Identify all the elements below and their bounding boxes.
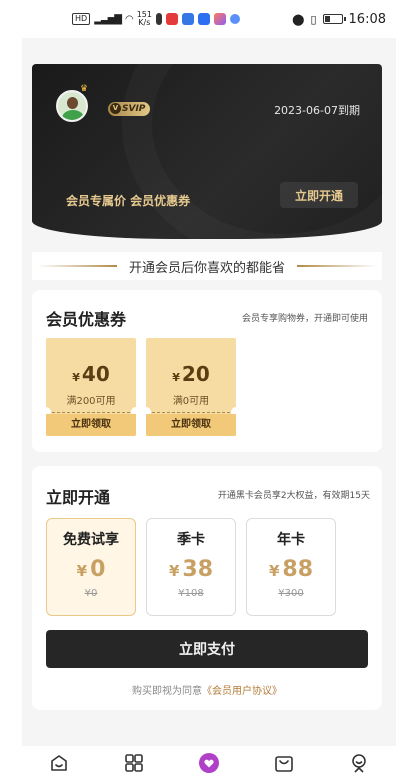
vibrate-icon: ▯: [310, 12, 317, 26]
benefit-tags: 会员专属价 会员优惠券: [66, 194, 191, 208]
plan-name: 年卡: [277, 532, 305, 548]
agreement-notice: 购买即视为同意《会员用户协议》: [32, 682, 382, 697]
coupon-amount: 20: [181, 362, 210, 386]
hd-badge: HD: [72, 13, 91, 25]
coupon-condition: 满0可用: [172, 396, 210, 407]
currency-symbol: ¥: [172, 371, 180, 384]
sim-icon: [155, 13, 162, 25]
plan-price: 0: [90, 557, 106, 582]
status-right: ⬤ ▯ 16:08: [292, 12, 386, 27]
profile-icon[interactable]: [348, 752, 370, 774]
plan-name: 季卡: [177, 532, 205, 548]
cart-icon[interactable]: [273, 752, 295, 774]
plan-option-year[interactable]: 年卡 ¥88 ¥300: [246, 518, 336, 616]
expire-date: 2023-06-07到期: [274, 104, 360, 117]
currency-symbol: ¥: [76, 562, 88, 580]
heart-icon[interactable]: [198, 752, 220, 774]
network-speed: 151 K/s: [137, 11, 152, 27]
open-membership-button[interactable]: 立即开通: [280, 182, 358, 208]
section-title: 会员优惠券: [46, 310, 127, 329]
app-notification-icon: [197, 13, 210, 25]
plan-option-trial[interactable]: 免费试享 ¥0 ¥0: [46, 518, 136, 616]
bottom-nav: [22, 746, 396, 779]
open-membership-section: 立即开通 开通黑卡会员享2大权益，有效期15天 免费试享 ¥0 ¥0 季卡 ¥3…: [32, 466, 382, 710]
original-price: ¥300: [278, 588, 304, 599]
svip-label: SVIP: [122, 104, 146, 114]
app-notification-icon: [165, 13, 178, 25]
slogan-text: 开通会员后你喜欢的都能省: [128, 260, 285, 276]
original-price: ¥0: [84, 588, 98, 599]
coupon-card[interactable]: ¥40 满200可用 立即领取: [46, 338, 136, 436]
plan-price: 38: [182, 557, 214, 582]
avatar[interactable]: [56, 90, 88, 122]
agreement-link[interactable]: 《会员用户协议》: [202, 686, 282, 697]
claim-coupon-button[interactable]: 立即领取: [146, 414, 236, 436]
currency-symbol: ¥: [72, 371, 80, 384]
location-icon: ⬤: [292, 12, 305, 26]
crown-icon: ♛: [80, 84, 89, 94]
coupon-amount: 40: [81, 362, 110, 386]
app-notification-icon: [229, 14, 240, 24]
status-left: HD ▂▃▅▇ ◠ 151 K/s: [72, 11, 240, 27]
membership-banner: ♛ V SVIP 2023-06-07到期 会员专属价 会员优惠券 立即开通: [32, 64, 382, 239]
clock: 16:08: [348, 11, 386, 27]
divider: [297, 265, 377, 267]
section-title: 立即开通: [46, 488, 111, 507]
plan-option-quarter[interactable]: 季卡 ¥38 ¥108: [146, 518, 236, 616]
app-notification-icon: [213, 13, 226, 25]
vip-icon: V: [110, 103, 121, 114]
signal-icon: ▂▃▅▇: [94, 13, 122, 25]
coupon-condition: 满200可用: [66, 396, 116, 407]
slogan-banner: 开通会员后你喜欢的都能省: [32, 252, 382, 280]
home-icon[interactable]: [48, 752, 70, 774]
section-subtitle: 会员专享购物券，开通即可使用: [241, 314, 368, 324]
battery-icon: [322, 14, 346, 24]
svip-badge: V SVIP: [108, 102, 151, 116]
currency-symbol: ¥: [168, 562, 180, 580]
app-notification-icon: [181, 13, 194, 25]
currency-symbol: ¥: [268, 562, 280, 580]
agreement-prefix: 购买即视为同意: [132, 686, 202, 697]
divider: [36, 265, 117, 267]
original-price: ¥108: [178, 588, 204, 599]
coupon-section: 会员优惠券 会员专享购物券，开通即可使用 ¥40 满200可用 立即领取 ¥20…: [32, 290, 382, 452]
plan-price: 88: [282, 557, 314, 582]
coupon-card[interactable]: ¥20 满0可用 立即领取: [146, 338, 236, 436]
wifi-icon: ◠: [124, 13, 134, 25]
claim-coupon-button[interactable]: 立即领取: [46, 414, 136, 436]
app-screen: HD ▂▃▅▇ ◠ 151 K/s ⬤ ▯ 16:08 ♛ V SVIP 202…: [22, 0, 396, 779]
section-subtitle: 开通黑卡会员享2大权益，有效期15天: [217, 491, 370, 501]
status-bar: HD ▂▃▅▇ ◠ 151 K/s ⬤ ▯ 16:08: [22, 0, 396, 38]
grid-icon[interactable]: [123, 752, 145, 774]
plan-name: 免费试享: [63, 532, 119, 548]
speed-unit: K/s: [138, 18, 151, 27]
pay-now-button[interactable]: 立即支付: [46, 630, 368, 668]
